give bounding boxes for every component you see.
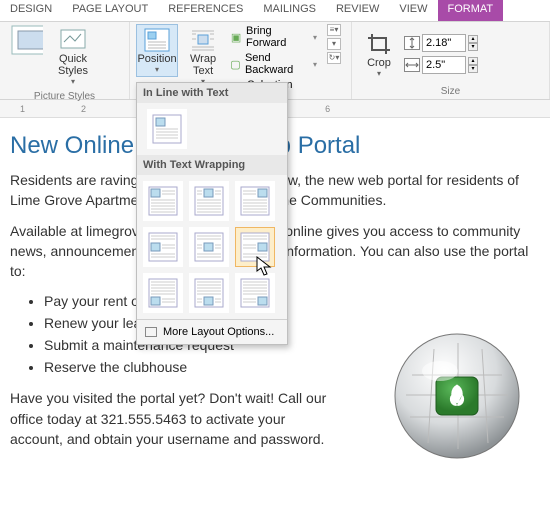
dropdown-section-inline: In Line with Text <box>137 83 287 103</box>
position-button[interactable]: Position ▾ <box>136 24 178 77</box>
send-backward-button[interactable]: ▢Send Backward▾ <box>228 51 319 77</box>
position-top-right[interactable] <box>235 181 275 221</box>
group-button[interactable]: ▾ <box>327 38 341 50</box>
height-down[interactable]: ▾ <box>468 43 478 51</box>
doc-paragraph: Have you visited the portal yet? Don't w… <box>10 388 340 449</box>
tab-design[interactable]: DESIGN <box>0 0 62 21</box>
crop-button[interactable]: Crop ▾ <box>358 28 400 81</box>
height-up[interactable]: ▴ <box>468 35 478 43</box>
position-middle-center[interactable] <box>189 227 229 267</box>
rotate-button[interactable]: ↻▾ <box>327 52 341 64</box>
position-top-left[interactable] <box>143 181 183 221</box>
position-bottom-right[interactable] <box>235 273 275 313</box>
picture-style-gallery[interactable] <box>6 24 48 56</box>
group-label-size: Size <box>358 84 543 97</box>
height-icon <box>404 36 420 50</box>
width-up[interactable]: ▴ <box>468 57 478 65</box>
ribbon-tabs: DESIGN PAGE LAYOUT REFERENCES MAILINGS R… <box>0 0 550 22</box>
tab-mailings[interactable]: MAILINGS <box>253 0 326 21</box>
dropdown-section-wrapping: With Text Wrapping <box>137 155 287 175</box>
tab-references[interactable]: REFERENCES <box>158 0 253 21</box>
width-down[interactable]: ▾ <box>468 65 478 73</box>
bring-forward-button[interactable]: ▣Bring Forward▾ <box>228 24 319 50</box>
group-label-picture-styles: Picture Styles <box>6 89 123 102</box>
more-layout-options[interactable]: More Layout Options... <box>137 319 287 344</box>
width-input[interactable] <box>422 56 466 74</box>
position-bottom-center[interactable] <box>189 273 229 313</box>
tab-review[interactable]: REVIEW <box>326 0 389 21</box>
keyboard-orb-image[interactable] <box>392 331 522 461</box>
position-middle-left[interactable] <box>143 227 183 267</box>
height-input[interactable] <box>422 34 466 52</box>
position-top-center[interactable] <box>189 181 229 221</box>
tab-page-layout[interactable]: PAGE LAYOUT <box>62 0 158 21</box>
position-bottom-left[interactable] <box>143 273 183 313</box>
width-icon <box>404 58 420 72</box>
align-button[interactable]: ≡▾ <box>327 24 341 36</box>
list-item: Pay your rent online <box>44 291 540 313</box>
group-size: Crop ▾ ▴▾ ▴▾ Size <box>352 22 550 99</box>
position-middle-right[interactable] <box>235 227 275 267</box>
quick-styles-button[interactable]: Quick Styles ▾ <box>52 24 94 89</box>
group-picture-styles: Quick Styles ▾ Picture Styles <box>0 22 130 99</box>
tab-view[interactable]: VIEW <box>389 0 437 21</box>
tab-format[interactable]: FORMAT <box>438 0 504 21</box>
position-dropdown: In Line with Text With Text Wrapping Mor… <box>136 82 288 345</box>
layout-options-icon <box>145 327 157 337</box>
wrap-text-button[interactable]: Wrap Text ▾ <box>182 24 224 89</box>
position-inline[interactable] <box>147 109 187 149</box>
